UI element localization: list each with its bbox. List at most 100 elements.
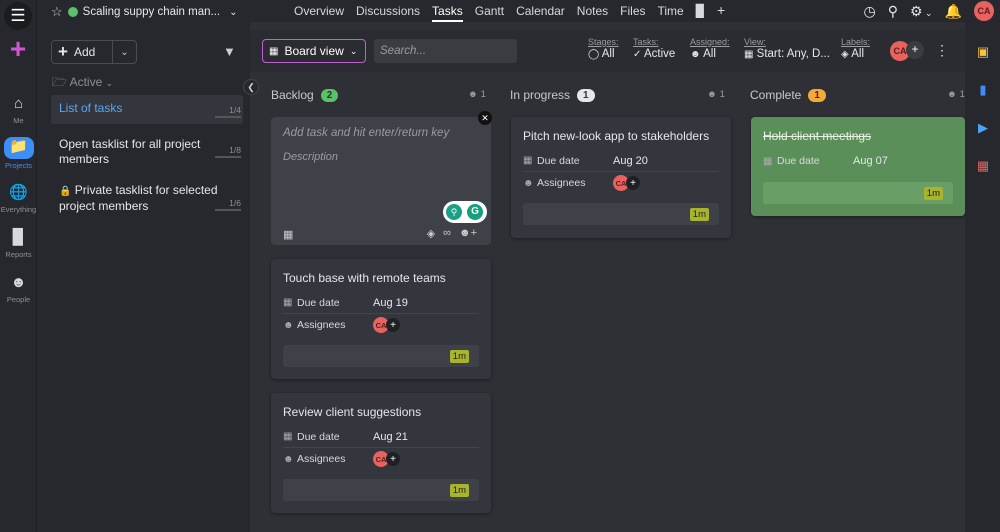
rail-item-reports[interactable]: ▉ Reports [0,228,37,259]
rail-item-projects[interactable]: 📁 Projects [0,137,37,170]
quick-add-plus-icon[interactable]: + [6,35,30,63]
tab-time[interactable]: Time [658,4,684,22]
rail-item-people[interactable]: ☻ People [0,273,37,304]
check-circle-icon: ◯ [588,49,600,60]
rail-item-everything[interactable]: 🌐 Everything [0,183,37,214]
filter-view-value: Start: Any, D... [756,48,830,60]
due-date-row: ▦ Due date Aug 20 [523,150,719,172]
search-icon[interactable]: ⚲ [888,3,898,20]
filter-view[interactable]: View: ▦ Start: Any, D... [744,37,830,60]
task-card[interactable]: Touch base with remote teams ▦ Due date … [271,259,491,379]
view-switcher[interactable]: ▦ Board view ⌄ [262,39,366,63]
tasklist-item-2[interactable]: Open tasklist for all project members 1/… [51,131,243,169]
star-icon[interactable]: ☆ [51,4,63,20]
add-dropdown-chevron-icon[interactable]: ⌄ [112,41,136,63]
tasklist-name: Open tasklist for all project members [59,137,201,166]
settings-gear-icon[interactable]: ⚙ ⌄ [910,3,933,20]
tab-calendar[interactable]: Calendar [516,4,565,22]
column-users-backlog[interactable]: ☻ 1 [468,89,486,100]
estimate-bar[interactable]: 1m [763,182,953,204]
task-card[interactable]: Pitch new-look app to stakeholders ▦ Due… [511,117,731,238]
filter-tasks-title: Tasks: [633,37,659,47]
column-users-count: 1 [719,89,725,100]
filter-tasks[interactable]: Tasks: ✓ Active [633,37,675,60]
add-assignee-icon[interactable]: ☻+ [459,227,477,240]
more-options-icon[interactable]: ⋮ [935,42,949,59]
chevron-down-icon: ⌄ [229,6,238,18]
filter-labels-value: All [851,48,865,60]
column-title: In progress [510,88,571,102]
column-users-in-progress[interactable]: ☻ 1 [707,89,725,100]
tasklist-progress-bar [215,116,241,118]
tasklist-item-1[interactable]: List of tasks 1/4 [51,95,243,124]
bookmark-icon[interactable]: ▮ [976,83,990,97]
filter-stages[interactable]: Stages: ◯ All [588,37,619,60]
tasklist-name: List of tasks [59,101,123,115]
hamburger-menu-icon[interactable]: ☰ [4,2,32,30]
timer-clock-icon[interactable]: ◷ [863,3,875,20]
calendar-icon[interactable]: ▦ [976,159,990,173]
tab-notes[interactable]: Notes [577,4,608,22]
estimate-bar[interactable]: 1m [283,479,479,501]
filter-stages-value: All [601,48,615,60]
add-assignee-plus-icon[interactable]: + [626,176,640,190]
people-icon: ☻ [523,177,534,189]
add-assignee-plus-icon[interactable]: + [386,318,400,332]
lock-icon: 🔒 [59,186,72,197]
due-date-value[interactable]: Aug 20 [613,155,648,167]
user-icon: ☻ [947,89,957,100]
due-date-value[interactable]: Aug 19 [373,297,408,309]
due-date-value[interactable]: Aug 07 [853,155,888,167]
add-assignee-plus-icon[interactable]: + [386,452,400,466]
search-input[interactable] [374,39,517,63]
add-button[interactable]: + Add [52,42,112,62]
calendar-icon[interactable]: ▦ [283,228,293,241]
project-switcher[interactable]: ☆ Scaling suppy chain man... ⌄ [51,4,238,20]
home-icon: ⌂ [13,95,24,112]
add-member-plus-icon[interactable]: + [906,41,924,59]
due-date-value[interactable]: Aug 21 [373,431,408,443]
filter-labels[interactable]: Labels: ◈ All [841,37,870,60]
task-card[interactable]: Review client suggestions ▦ Due date Aug… [271,393,491,513]
globe-icon: 🌐 [9,184,28,201]
bar-chart-icon: ▉ [12,229,25,246]
sticky-note-icon[interactable]: ▣ [976,45,990,59]
new-task-form: Add task and hit enter/return key Descri… [271,111,492,245]
tab-files[interactable]: Files [620,4,645,22]
tab-tasks[interactable]: Tasks [432,4,463,22]
due-date-row: ▦ Due date Aug 07 [763,150,953,172]
filter-funnel-icon[interactable]: ▼ [223,44,236,59]
due-date-label: Due date [537,154,580,167]
tag-icon[interactable]: ◈ [427,227,435,240]
estimate-badge: 1m [449,484,469,497]
reports-chart-icon[interactable]: ▉ [696,4,705,22]
tab-overview[interactable]: Overview [294,4,344,22]
tasklist-item-3[interactable]: 🔒 Private tasklist for selected project … [51,177,243,229]
collapse-sidebar-chevron-icon[interactable]: ❮ [243,79,259,95]
task-description-input[interactable]: Description [283,151,338,163]
filter-assigned[interactable]: Assigned: ☻ All [690,37,730,60]
estimate-bar[interactable]: 1m [523,203,719,225]
tab-gantt[interactable]: Gantt [475,4,504,22]
add-tab-plus-icon[interactable]: + [717,3,725,22]
top-right-icons: ◷ ⚲ ⚙ ⌄ 🔔 CA [863,1,994,21]
close-icon[interactable]: ✕ [478,111,492,125]
estimate-badge: 1m [689,208,709,221]
tasklist-progress-bar [215,156,241,158]
user-avatar[interactable]: CA [974,1,994,21]
tag-icon: ◈ [841,49,849,60]
attachment-icon[interactable]: ∞ [443,227,451,240]
active-section-header[interactable]: 🗁 Active ⌄ [52,73,113,94]
column-header-in-progress: In progress 1 [510,88,595,102]
rail-item-me[interactable]: ⌂ Me [0,94,37,125]
project-name: Scaling suppy chain man... [82,6,221,18]
plus-icon: + [58,42,68,61]
notifications-bell-icon[interactable]: 🔔 [945,3,962,20]
grammarly-widget[interactable]: ⚲ G [443,201,487,223]
column-users-complete[interactable]: ☻ 1 [947,89,965,100]
task-title-input[interactable]: Add task and hit enter/return key [283,127,449,139]
megaphone-icon[interactable]: ▶ [976,121,990,135]
task-card-completed[interactable]: Hold client meetings ▦ Due date Aug 07 1… [751,117,965,216]
tab-discussions[interactable]: Discussions [356,4,420,22]
estimate-bar[interactable]: 1m [283,345,479,367]
